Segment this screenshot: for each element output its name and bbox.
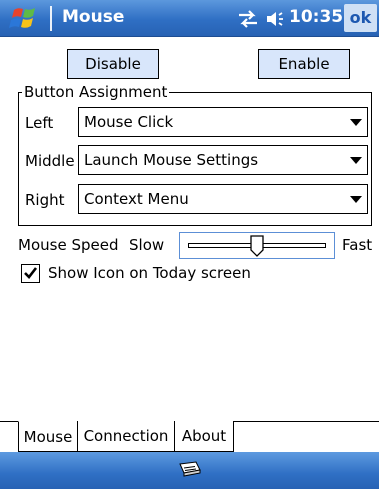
mouse-speed-label: Mouse Speed: [18, 236, 119, 254]
tab-mouse[interactable]: Mouse: [18, 421, 78, 452]
middle-button-select[interactable]: Launch Mouse Settings: [78, 145, 368, 175]
right-button-select[interactable]: Context Menu: [78, 184, 368, 214]
title-bar: Mouse 10:35 ok: [0, 0, 379, 37]
checkmark-icon: [24, 267, 38, 279]
right-label: Right: [25, 191, 65, 209]
left-button-value: Mouse Click: [84, 113, 174, 131]
middle-label: Middle: [25, 152, 75, 170]
right-button-value: Context Menu: [84, 190, 189, 208]
title-separator: [50, 6, 52, 31]
mouse-speed-slider[interactable]: [179, 232, 335, 259]
show-icon-checkbox[interactable]: [21, 264, 40, 283]
chevron-down-icon[interactable]: [350, 196, 362, 203]
slider-thumb[interactable]: [250, 235, 264, 257]
window-title: Mouse: [62, 7, 125, 27]
volume-icon[interactable]: [264, 9, 286, 29]
button-assignment-legend: Button Assignment: [22, 83, 170, 101]
left-button-select[interactable]: Mouse Click: [78, 107, 368, 137]
tab-about[interactable]: About: [174, 421, 234, 452]
tab-connection[interactable]: Connection: [77, 421, 175, 452]
keyboard-icon[interactable]: [178, 460, 202, 480]
chevron-down-icon[interactable]: [350, 157, 362, 164]
left-label: Left: [25, 114, 54, 132]
disable-button[interactable]: Disable: [67, 49, 159, 79]
fast-label: Fast: [342, 236, 373, 254]
show-icon-label[interactable]: Show Icon on Today screen: [48, 264, 251, 282]
connectivity-icon[interactable]: [236, 9, 260, 29]
windows-start-icon[interactable]: [8, 4, 44, 33]
clock[interactable]: 10:35: [289, 7, 343, 27]
enable-button[interactable]: Enable: [258, 49, 350, 79]
bottom-menu-bar: [0, 452, 379, 489]
chevron-down-icon[interactable]: [350, 119, 362, 126]
slow-label: Slow: [129, 236, 165, 254]
ok-button[interactable]: ok: [344, 4, 377, 32]
middle-button-value: Launch Mouse Settings: [84, 151, 259, 169]
